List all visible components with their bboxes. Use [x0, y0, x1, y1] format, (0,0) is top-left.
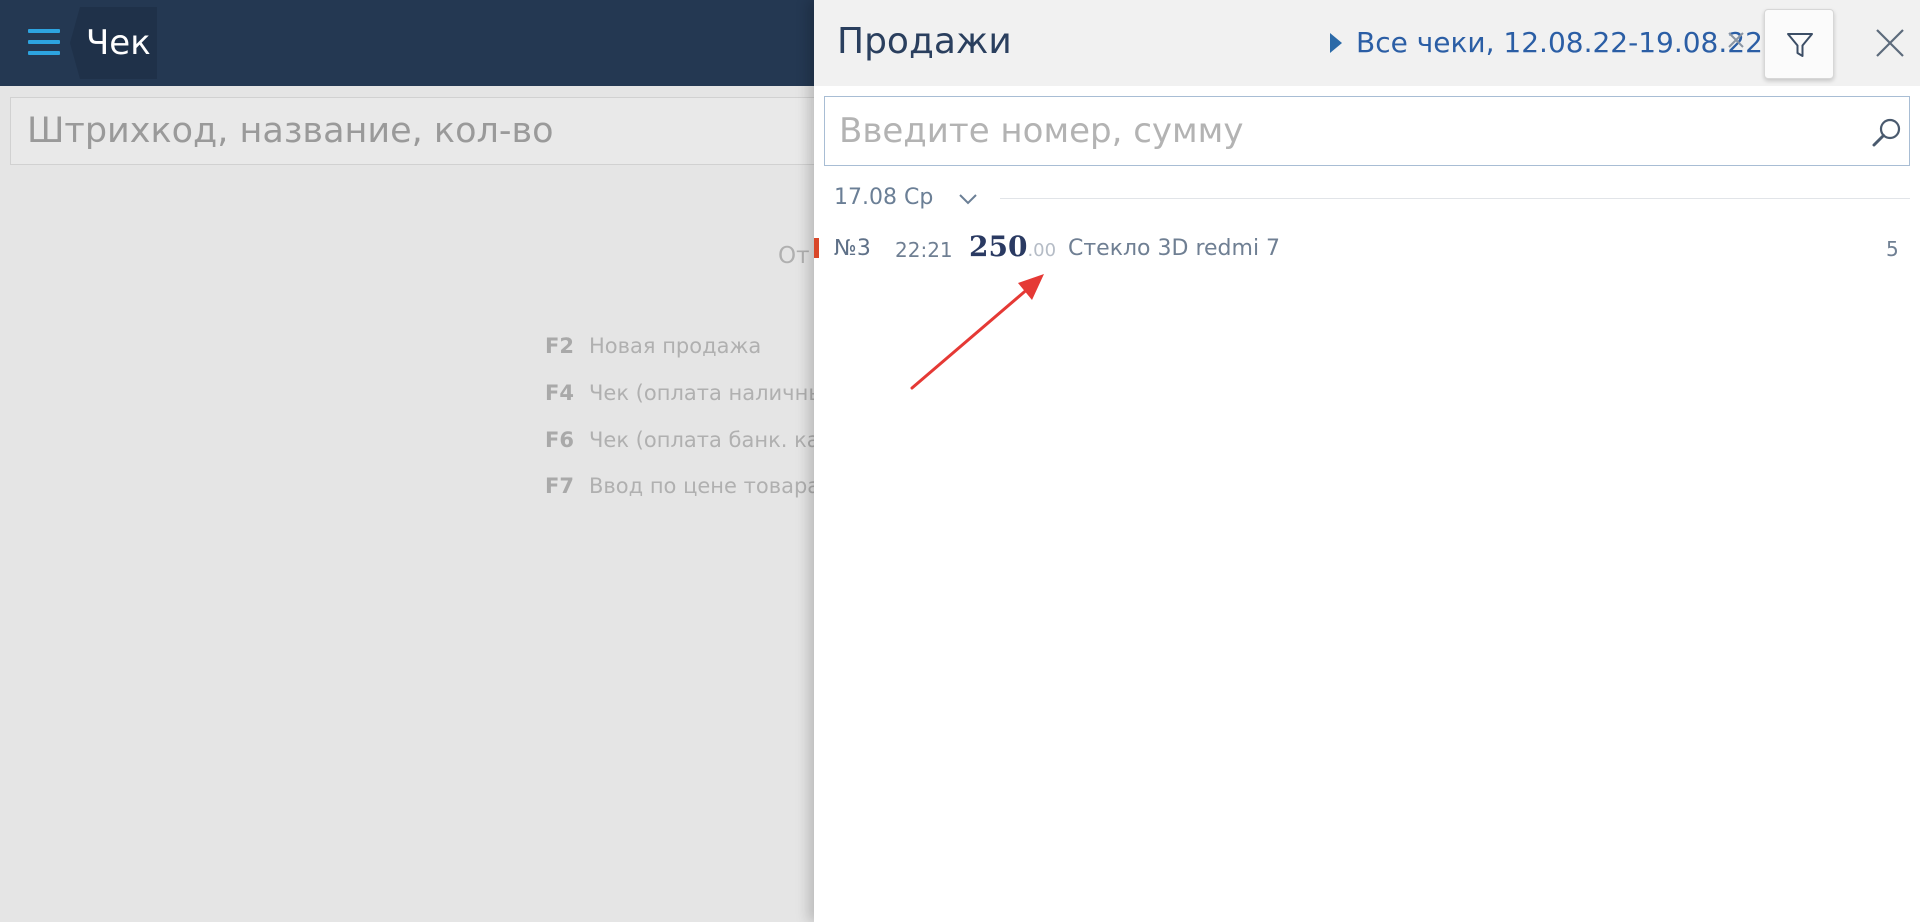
filter-summary-label: Все чеки, 12.08.22-19.08.22	[1356, 26, 1763, 59]
receipt-status-marker	[814, 238, 819, 258]
receipt-number: №3	[834, 236, 871, 261]
filter-button[interactable]	[1764, 9, 1834, 79]
partial-text: От	[778, 243, 810, 269]
date-divider	[1000, 198, 1910, 199]
funnel-icon	[1787, 33, 1813, 57]
close-icon[interactable]	[1874, 27, 1906, 59]
hamburger-icon[interactable]	[28, 29, 60, 55]
sales-panel: Продажи Все чеки, 12.08.22-19.08.22 Введ…	[814, 0, 1920, 922]
receipt-row[interactable]: №3 22:21 250.00 Стекло 3D redmi 7 5	[814, 228, 1920, 272]
chevron-down-icon[interactable]	[958, 189, 978, 209]
play-arrow-icon	[1330, 33, 1342, 53]
page-title: Чек	[86, 23, 151, 63]
hotkey-label: Ввод по цене товара	[589, 474, 821, 498]
receipt-description: Стекло 3D redmi 7	[1068, 236, 1281, 261]
sales-panel-title: Продажи	[837, 21, 1012, 62]
page-title-tab: Чек	[70, 7, 157, 79]
receipt-search-input[interactable]	[825, 97, 1845, 165]
hotkey-key: F6	[545, 428, 574, 452]
date-group-header: 17.08 Ср	[834, 184, 1914, 214]
hotkey-key: F4	[545, 381, 574, 405]
sales-panel-header: Продажи Все чеки, 12.08.22-19.08.22	[814, 0, 1920, 86]
receipt-time: 22:21	[895, 238, 953, 262]
receipt-amount-integer: 250	[969, 230, 1028, 263]
hotkey-label: Чек (оплата банк. карт	[589, 428, 846, 452]
hotkey-label: Новая продажа	[589, 334, 762, 358]
clear-filter-icon[interactable]	[1725, 29, 1747, 51]
barcode-search-input[interactable]: Штрихкод, название, кол-во	[10, 97, 910, 165]
receipt-amount-fraction: .00	[1027, 240, 1057, 261]
hotkey-key: F2	[545, 334, 574, 358]
magnifier-icon[interactable]	[1871, 116, 1903, 148]
receipt-item-count: 5	[1886, 237, 1899, 261]
date-group-label[interactable]: 17.08 Ср	[834, 184, 933, 212]
receipt-search-box	[824, 96, 1910, 166]
receipt-amount: 250.00	[969, 230, 1056, 263]
hotkey-key: F7	[545, 474, 574, 498]
filter-summary-link[interactable]: Все чеки, 12.08.22-19.08.22	[1330, 26, 1763, 60]
